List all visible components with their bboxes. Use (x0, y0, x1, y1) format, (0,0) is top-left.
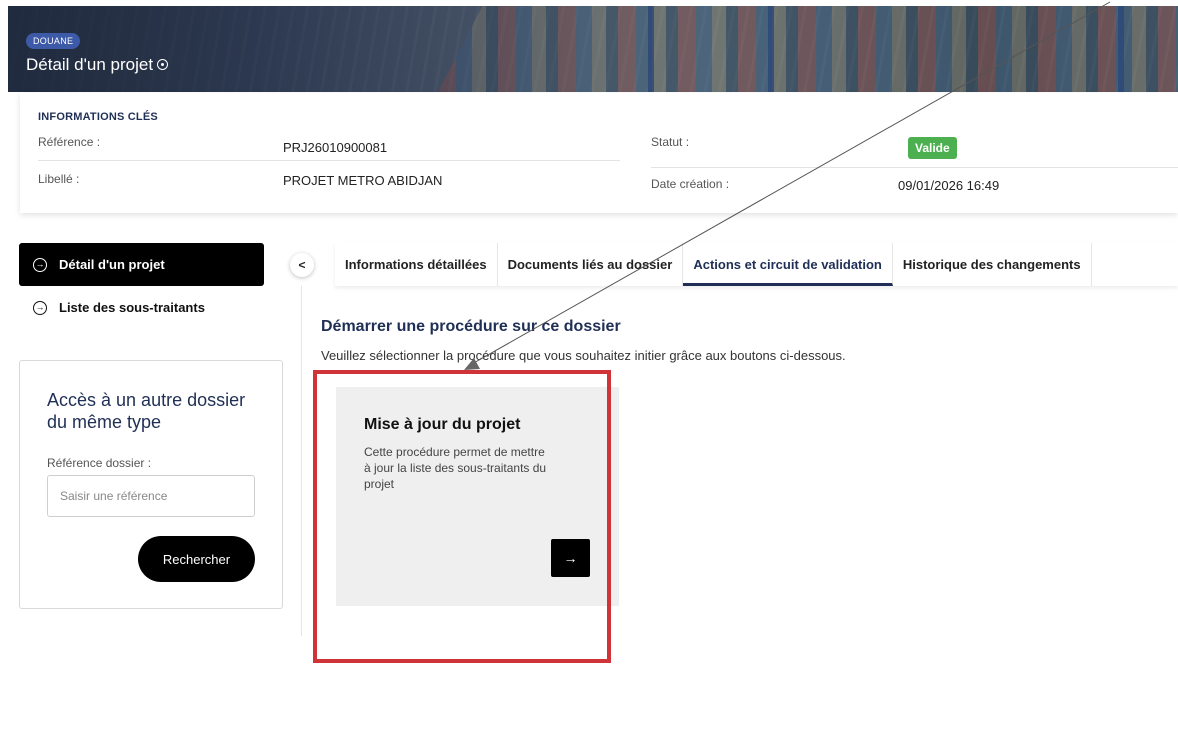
reference-label: Référence : (38, 135, 101, 149)
status-badge: Valide (908, 137, 957, 159)
arrow-right-circle-icon: → (33, 257, 47, 272)
column-divider (301, 286, 302, 636)
row-separator (651, 167, 1178, 168)
banner-shade (8, 6, 1178, 92)
info-icon[interactable] (157, 59, 169, 71)
highlight-frame (313, 370, 611, 663)
page-title: Détail d'un projet (26, 55, 169, 75)
reference-dossier-input[interactable] (47, 475, 255, 517)
sidebar-item-label: Détail d'un projet (59, 257, 165, 272)
sidebar-item-label: Liste des sous-traitants (59, 300, 205, 315)
procedure-heading: Démarrer une procédure sur ce dossier (321, 318, 621, 335)
libelle-label: Libellé : (38, 172, 80, 186)
reference-value: PRJ26010900081 (283, 140, 388, 155)
procedure-subtitle: Veuillez sélectionner la procédure que v… (321, 348, 846, 363)
statut-label: Statut : (651, 135, 690, 149)
search-button[interactable]: Rechercher (138, 536, 255, 582)
category-badge: DOUANE (26, 33, 81, 49)
sidebar-item-sous-traitants[interactable]: → Liste des sous-traitants (33, 300, 205, 315)
page-title-text: Détail d'un projet (26, 55, 154, 74)
libelle-value: PROJET METRO ABIDJAN (283, 173, 443, 188)
reference-dossier-label: Référence dossier : (47, 456, 152, 470)
key-info-title: INFORMATIONS CLÉS (38, 111, 158, 123)
tab-actions-circuit-validation[interactable]: Actions et circuit de validation (683, 243, 893, 286)
header-banner: DOUANE Détail d'un projet (8, 6, 1178, 92)
date-value: 09/01/2026 16:49 (898, 178, 1000, 193)
chevron-left-icon: < (298, 258, 306, 272)
key-info-card: INFORMATIONS CLÉS Référence : PRJ2601090… (20, 93, 1178, 213)
collapse-sidebar-button[interactable]: < (290, 253, 314, 277)
tab-informations-detaillees[interactable]: Informations détaillées (335, 243, 498, 286)
date-label: Date création : (651, 177, 730, 191)
search-panel-title: Accès à un autre dossier du même type (47, 390, 246, 432)
row-separator (38, 160, 620, 161)
tab-documents-lies[interactable]: Documents liés au dossier (498, 243, 684, 286)
sidebar-item-detail-projet[interactable]: → Détail d'un projet (19, 243, 264, 286)
other-dossier-search-panel: Accès à un autre dossier du même type Ré… (19, 360, 283, 609)
tab-historique-changements[interactable]: Historique des changements (893, 243, 1092, 286)
arrow-right-circle-icon: → (33, 300, 47, 315)
tab-bar: Informations détaillées Documents liés a… (335, 243, 1178, 286)
